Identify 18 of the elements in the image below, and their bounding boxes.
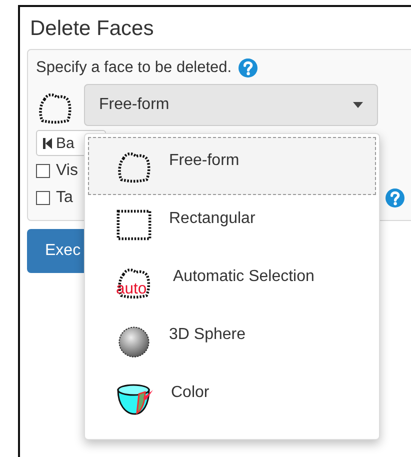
- help-icon[interactable]: [238, 58, 258, 78]
- dropdown-option[interactable]: Free-form: [88, 137, 376, 195]
- freeform-selection-icon: [36, 91, 74, 125]
- checkbox[interactable]: [36, 164, 50, 178]
- colored-cup-icon: [115, 382, 155, 416]
- dropdown-option[interactable]: 3D Sphere: [88, 311, 376, 369]
- rectangle-selection-icon: [115, 208, 153, 242]
- checkbox-label: Ta: [56, 189, 73, 207]
- selection-dropdown[interactable]: Free-form: [84, 84, 378, 126]
- prompt-text: Specify a face to be deleted.: [36, 59, 232, 77]
- help-icon[interactable]: [384, 188, 405, 208]
- checkbox[interactable]: [36, 191, 50, 205]
- dialog-title: Delete Faces: [30, 17, 155, 41]
- dropdown-option[interactable]: Color: [88, 369, 376, 427]
- caret-icon: [353, 102, 363, 108]
- checkbox-label: Vis: [56, 162, 78, 180]
- freeform-selection-icon: [115, 150, 153, 184]
- skip-back-icon: [43, 138, 52, 148]
